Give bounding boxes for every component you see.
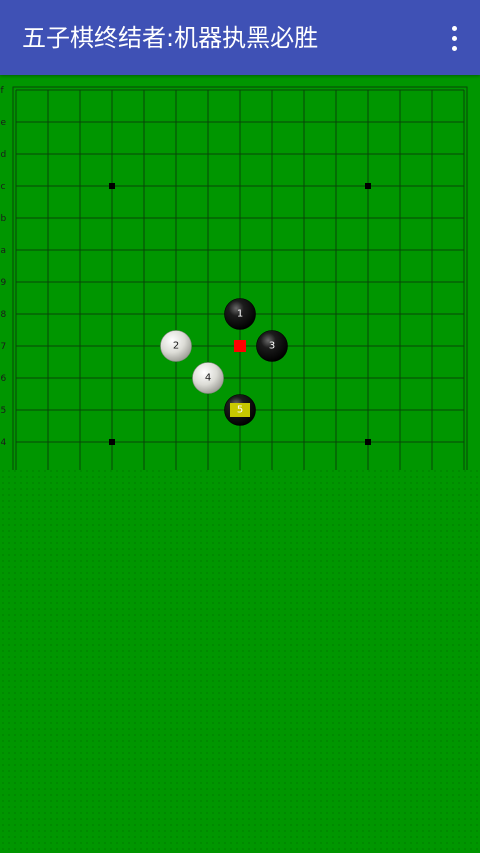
stone-number: 1 (237, 309, 243, 320)
last-move-marker (234, 340, 246, 352)
row-label: e (1, 118, 7, 128)
row-label: a (1, 246, 7, 256)
stones-layer: 1 2 3 4 5 (160, 298, 288, 426)
black-stone: 5 (224, 394, 256, 426)
white-stone: 4 (192, 362, 224, 394)
row-label: b (1, 214, 7, 224)
row-label: d (1, 150, 7, 160)
app-title: 五子棋终结者:机器执黑必胜 (22, 24, 319, 52)
star-point (109, 439, 115, 445)
more-vert-icon[interactable] (442, 22, 466, 54)
app-bar: 五子棋终结者:机器执黑必胜 (0, 0, 480, 75)
stone-number: 2 (173, 341, 179, 352)
row-label: c (1, 182, 6, 192)
stone-number: 3 (269, 341, 275, 352)
row-label: 8 (1, 310, 7, 320)
row-label: f (1, 86, 5, 96)
stone-number: 4 (205, 373, 211, 384)
last-move-layer (234, 340, 246, 352)
stone-number: 5 (237, 405, 243, 416)
star-point (109, 183, 115, 189)
app-screen: 五子棋终结者:机器执黑必胜 f e d c b a 9 8 7 6 5 4 1 2 3 4 5 (0, 0, 480, 853)
row-label: 9 (1, 278, 7, 288)
gomoku-board[interactable]: f e d c b a 9 8 7 6 5 4 1 2 3 4 5 (0, 75, 480, 470)
row-labels: f e d c b a 9 8 7 6 5 4 (1, 86, 7, 448)
black-stone: 3 (256, 330, 288, 362)
row-label: 5 (1, 406, 7, 416)
board-canvas[interactable]: f e d c b a 9 8 7 6 5 4 1 2 3 4 5 (0, 75, 480, 470)
row-label: 4 (1, 438, 7, 448)
row-label: 7 (1, 342, 7, 352)
row-label: 6 (1, 374, 7, 384)
white-stone: 2 (160, 330, 192, 362)
star-point (365, 183, 371, 189)
star-point (365, 439, 371, 445)
black-stone: 1 (224, 298, 256, 330)
